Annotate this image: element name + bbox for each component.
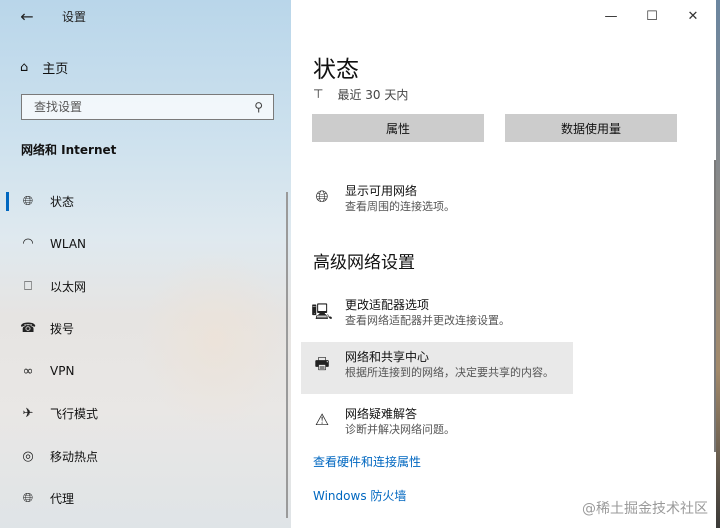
search-icon[interactable]: ⚲ <box>254 100 263 114</box>
sharing-center-icon: 🖶 <box>314 354 330 373</box>
sidebar-item-label: 以太网 <box>50 279 87 294</box>
home-label: 主页 <box>42 61 69 77</box>
close-button[interactable]: ✕ <box>678 4 708 28</box>
data-usage-button[interactable]: 数据使用量 <box>505 114 677 142</box>
sidebar-nav: 🌐︎ 状态 ◠ WLAN ⎕ 以太网 ☎ 拨号 ∞ VPN ✈ 飞行模式 ◎ 移… <box>0 180 291 520</box>
vpn-icon: ∞ <box>22 363 34 379</box>
item-title: 更改适配器选项 <box>345 298 430 312</box>
item-desc: 根据所连接到的网络，决定要共享的内容。 <box>345 366 554 379</box>
page-title: 状态 <box>313 57 359 83</box>
section-label: 网络和 Internet <box>21 143 117 157</box>
sidebar-item-vpn[interactable]: ∞ VPN <box>0 350 291 393</box>
maximize-button[interactable]: ☐ <box>637 4 667 28</box>
sidebar-item-label: 拨号 <box>50 322 75 337</box>
sidebar-item-hotspot[interactable]: ◎ 移动热点 <box>0 435 291 478</box>
globe-icon: 🌐︎ <box>315 187 329 206</box>
sidebar-item-label: 代理 <box>50 492 75 507</box>
troubleshoot-item[interactable]: ⚠ 网络疑难解答 诊断并解决网络问题。 <box>301 406 573 446</box>
airplane-icon: ✈ <box>22 406 34 422</box>
dialup-icon: ☎ <box>20 321 37 337</box>
home-icon: ⌂ <box>20 59 29 75</box>
minimize-button[interactable]: — <box>596 4 626 28</box>
firewall-link[interactable]: Windows 防火墙 <box>313 487 406 504</box>
hardware-properties-link[interactable]: 查看硬件和连接属性 <box>313 453 421 470</box>
sidebar-item-dialup[interactable]: ☎ 拨号 <box>0 308 291 351</box>
properties-button[interactable]: 属性 <box>312 114 484 142</box>
sidebar-item-label: WLAN <box>50 236 87 251</box>
desktop-background <box>716 0 720 528</box>
adapter-options-item[interactable]: 🖳 更改适配器选项 查看网络适配器并更改连接设置。 <box>301 297 573 337</box>
sidebar-scrollbar[interactable] <box>286 192 288 518</box>
sidebar-item-proxy[interactable]: 🌐︎ 代理 <box>0 478 291 521</box>
back-arrow-icon[interactable]: ← <box>16 6 38 26</box>
globe-icon: 🌐︎ <box>22 193 34 209</box>
data-usage-summary: ⊤ 最近 30 天内 <box>313 84 408 104</box>
sidebar-item-label: VPN <box>50 364 75 379</box>
item-desc: 查看周围的连接选项。 <box>345 200 455 213</box>
sidebar-item-label: 移动热点 <box>50 449 99 464</box>
adapter-icon: 🖳 <box>311 302 333 321</box>
sidebar-item-ethernet[interactable]: ⎕ 以太网 <box>0 265 291 308</box>
item-desc: 诊断并解决网络问题。 <box>345 423 455 436</box>
settings-window: ⌂ 主页 ⚲ 网络和 Internet 🌐︎ 状态 ◠ WLAN ⎕ 以太网 ☎… <box>0 0 720 528</box>
search-box[interactable]: ⚲ <box>21 94 274 120</box>
item-desc: 查看网络适配器并更改连接设置。 <box>345 314 510 327</box>
watermark: @稀土掘金技术社区 <box>582 501 708 517</box>
item-title: 显示可用网络 <box>345 184 418 198</box>
search-input[interactable] <box>32 99 255 115</box>
sidebar-item-status[interactable]: 🌐︎ 状态 <box>0 180 291 223</box>
usage-text: 最近 30 天内 <box>337 87 409 102</box>
item-title: 网络和共享中心 <box>345 350 430 364</box>
sidebar-item-wlan[interactable]: ◠ WLAN <box>0 223 291 266</box>
ethernet-icon: ⊤ <box>313 87 324 101</box>
globe-icon: 🌐︎ <box>22 491 34 507</box>
ethernet-icon: ⎕ <box>24 278 32 294</box>
sidebar-item-airplane[interactable]: ✈ 飞行模式 <box>0 393 291 436</box>
sharing-center-item[interactable]: 🖶 网络和共享中心 根据所连接到的网络，决定要共享的内容。 <box>301 342 573 394</box>
hotspot-icon: ◎ <box>22 448 34 464</box>
item-title: 网络疑难解答 <box>345 407 418 421</box>
app-title: 设置 <box>62 10 87 24</box>
title-bar: ← 设置 — ☐ ✕ <box>0 0 720 32</box>
sidebar-item-label: 飞行模式 <box>50 407 99 422</box>
show-networks-item[interactable]: 🌐︎ 显示可用网络 查看周围的连接选项。 <box>301 183 573 223</box>
sidebar-item-label: 状态 <box>50 194 75 209</box>
sidebar: ⌂ 主页 ⚲ 网络和 Internet 🌐︎ 状态 ◠ WLAN ⎕ 以太网 ☎… <box>0 0 291 528</box>
home-nav-item[interactable]: ⌂ 主页 <box>20 56 68 78</box>
warning-icon: ⚠ <box>314 410 330 429</box>
advanced-settings-heading: 高级网络设置 <box>313 253 415 273</box>
wifi-icon: ◠ <box>22 236 34 252</box>
main-panel: 状态 ⊤ 最近 30 天内 属性 数据使用量 🌐︎ 显示可用网络 查看周围的连接… <box>291 0 720 528</box>
